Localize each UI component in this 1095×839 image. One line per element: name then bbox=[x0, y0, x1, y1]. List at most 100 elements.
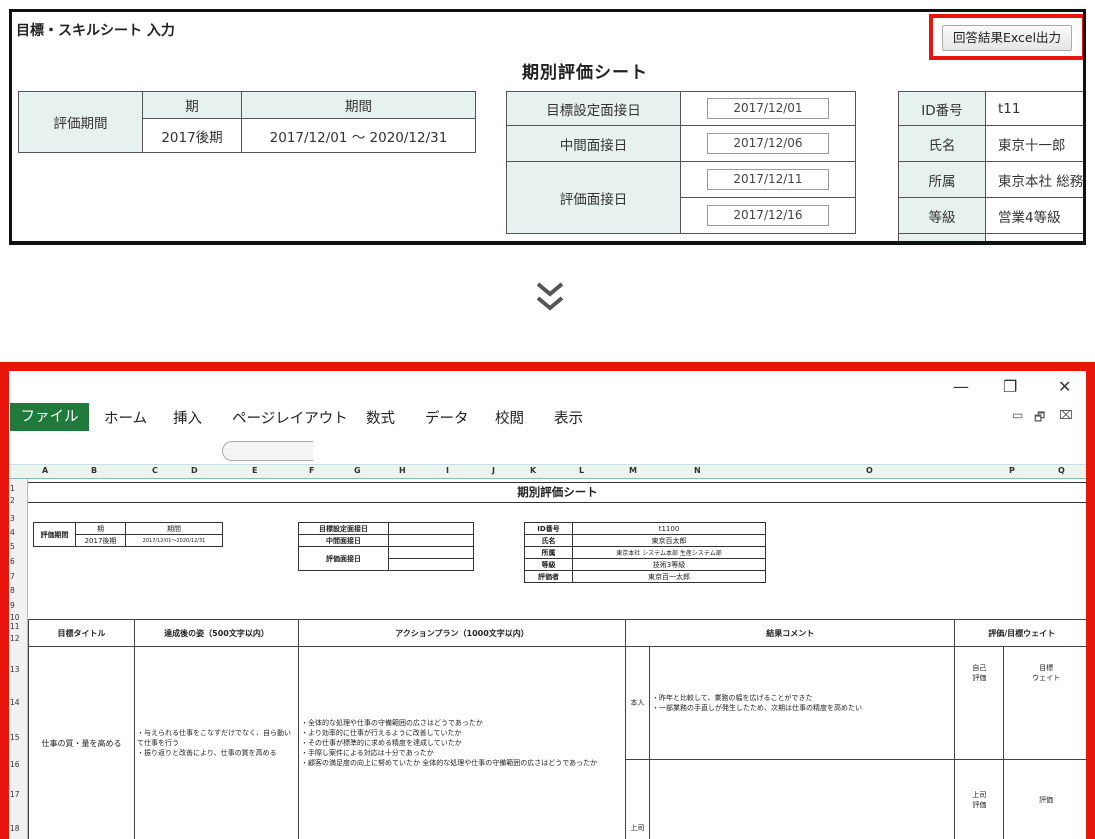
col-e[interactable]: E bbox=[252, 466, 257, 475]
web-form-panel: 目標・スキルシート 入力 回答結果Excel出力 期別評価シート 評価期間 期 … bbox=[9, 9, 1086, 245]
row-12[interactable]: 12 bbox=[10, 634, 20, 643]
range-header: 期間 bbox=[241, 91, 476, 119]
eval-interview-date-2[interactable]: 2017/12/16 bbox=[707, 205, 829, 226]
tab-page-layout[interactable]: ページレイアウト bbox=[232, 407, 348, 428]
xl-mid-interview-label[interactable]: 中間面接日 bbox=[298, 534, 389, 547]
xl-id-label[interactable]: ID番号 bbox=[524, 522, 573, 535]
result-header[interactable]: 達成後の姿（500文字以内） bbox=[134, 619, 299, 647]
eval-interview-date-1[interactable]: 2017/12/11 bbox=[707, 169, 829, 190]
col-p[interactable]: P bbox=[1009, 466, 1015, 475]
restore-icon[interactable]: ❐ bbox=[1003, 377, 1017, 396]
xl-term-header[interactable]: 期 bbox=[75, 522, 126, 535]
boss-eval[interactable]: 上司 評価 bbox=[954, 759, 1005, 839]
action-cell[interactable]: ・全体的な処理や仕事の守備範囲の広さはどうであったか ・より効率的に仕事が行える… bbox=[298, 646, 626, 839]
period-table: 評価期間 期 期間 2017後期 2017/12/01 ～ 2020/12/31 bbox=[18, 91, 476, 153]
tab-file[interactable]: ファイル bbox=[10, 403, 89, 431]
xl-dept-value[interactable]: 東京本社 システム本部 生産システム部 bbox=[572, 546, 766, 559]
xl-range-value[interactable]: 2017/12/01～2020/12/31 bbox=[125, 534, 223, 547]
row-3[interactable]: 3 bbox=[10, 514, 15, 523]
xl-evaluator-value[interactable]: 東京百一太郎 bbox=[572, 570, 766, 583]
row-1[interactable]: 1 bbox=[10, 484, 15, 493]
term-value: 2017後期 bbox=[142, 118, 242, 153]
self-comment[interactable]: ・昨年と比較して、業務の幅を広げることができた ・一部業務の手直しが発生したため… bbox=[648, 646, 956, 760]
col-k[interactable]: K bbox=[530, 466, 536, 475]
result-cell[interactable]: ・与えられる仕事をこなすだけでなく、自ら動いて仕事を行う ・振り返りと改善により… bbox=[134, 646, 299, 839]
sheet-title-cell[interactable]: 期別評価シート bbox=[28, 482, 1086, 503]
xl-name-label[interactable]: 氏名 bbox=[524, 534, 573, 547]
excel-export-button[interactable]: 回答結果Excel出力 bbox=[942, 25, 1072, 51]
row-8[interactable]: 8 bbox=[10, 586, 15, 595]
tab-data[interactable]: データ bbox=[425, 407, 469, 428]
xl-period-label[interactable]: 評価期間 bbox=[33, 522, 76, 547]
col-f[interactable]: F bbox=[309, 466, 314, 475]
weight[interactable]: 目標 ウェイト bbox=[1003, 646, 1086, 760]
tab-home[interactable]: ホーム bbox=[104, 407, 147, 428]
xl-name-value[interactable]: 東京百太郎 bbox=[572, 534, 766, 547]
ribbon-minimize-icon[interactable]: ▭ bbox=[1012, 408, 1023, 422]
tab-formulas[interactable]: 数式 bbox=[366, 407, 395, 428]
person-table: ID番号 t11 氏名 東京十一郎 所属 東京本社 総務 等級 営業4等級 bbox=[898, 91, 1083, 241]
ribbon-close-icon[interactable]: ⌧ bbox=[1059, 408, 1073, 422]
comment-header[interactable]: 結果コメント bbox=[624, 619, 956, 647]
formula-scroll[interactable] bbox=[222, 441, 313, 461]
row-4[interactable]: 4 bbox=[10, 528, 15, 537]
eval-header[interactable]: 評価/目標ウェイト bbox=[954, 619, 1086, 647]
xl-eval-interview-label[interactable]: 評価面接日 bbox=[298, 546, 389, 571]
row-17[interactable]: 17 bbox=[10, 790, 20, 799]
col-h[interactable]: H bbox=[399, 466, 406, 475]
ribbon-tabs: ファイル ホーム 挿入 ページレイアウト 数式 データ 校閲 表示 ▭ 🗗 ⌧ bbox=[9, 402, 1086, 431]
xl-grade-label[interactable]: 等級 bbox=[524, 558, 573, 571]
tab-insert[interactable]: 挿入 bbox=[173, 407, 202, 428]
boss-comment[interactable] bbox=[648, 759, 956, 839]
xl-term-value[interactable]: 2017後期 bbox=[75, 534, 126, 547]
minimize-icon[interactable]: — bbox=[953, 377, 969, 396]
row-9[interactable]: 9 bbox=[10, 601, 15, 610]
goal-title-header[interactable]: 目標タイトル bbox=[28, 619, 135, 647]
id-value: t11 bbox=[985, 91, 1083, 126]
mid-interview-date[interactable]: 2017/12/06 bbox=[707, 133, 829, 154]
tab-view[interactable]: 表示 bbox=[554, 407, 583, 428]
col-m[interactable]: M bbox=[629, 466, 637, 475]
row-14[interactable]: 14 bbox=[10, 698, 20, 707]
row-10[interactable]: 10 bbox=[10, 613, 20, 622]
xl-dept-label[interactable]: 所属 bbox=[524, 546, 573, 559]
col-i[interactable]: I bbox=[446, 466, 449, 475]
period-label: 評価期間 bbox=[18, 91, 143, 153]
xl-range-header[interactable]: 期間 bbox=[125, 522, 223, 535]
col-d[interactable]: D bbox=[191, 466, 198, 475]
xl-id-value[interactable]: t1100 bbox=[572, 522, 766, 535]
row-13[interactable]: 13 bbox=[10, 665, 20, 674]
row-6[interactable]: 6 bbox=[10, 557, 15, 566]
row-7[interactable]: 7 bbox=[10, 572, 15, 581]
xl-evaluator-label[interactable]: 評価者 bbox=[524, 570, 573, 583]
col-b[interactable]: B bbox=[91, 466, 97, 475]
col-l[interactable]: L bbox=[579, 466, 584, 475]
row-18[interactable]: 18 bbox=[10, 824, 20, 833]
grade-value: 営業4等級 bbox=[985, 197, 1083, 234]
action-header[interactable]: アクションプラン（1000文字以内） bbox=[298, 619, 626, 647]
self-label[interactable]: 本人 bbox=[625, 646, 650, 760]
row-5[interactable]: 5 bbox=[10, 542, 15, 551]
xl-person-table: ID番号 t1100 氏名 東京百太郎 所属 東京本社 システム本部 生産システム部 … bbox=[524, 522, 766, 583]
col-o[interactable]: O bbox=[866, 466, 873, 475]
col-q[interactable]: Q bbox=[1058, 466, 1065, 475]
goal-interview-date[interactable]: 2017/12/01 bbox=[707, 98, 829, 119]
goal-cell[interactable]: 仕事の質・量を高める bbox=[28, 646, 135, 839]
row-16[interactable]: 16 bbox=[10, 760, 20, 769]
ribbon-restore-icon[interactable]: 🗗 bbox=[1034, 408, 1045, 429]
row-15[interactable]: 15 bbox=[10, 733, 20, 742]
col-n[interactable]: N bbox=[694, 466, 701, 475]
row-2[interactable]: 2 bbox=[10, 496, 15, 505]
col-g[interactable]: G bbox=[354, 466, 361, 475]
tab-review[interactable]: 校閲 bbox=[495, 407, 524, 428]
col-a[interactable]: A bbox=[42, 466, 48, 475]
boss-label[interactable]: 上司 bbox=[625, 759, 650, 839]
row-11[interactable]: 11 bbox=[10, 622, 20, 631]
col-c[interactable]: C bbox=[152, 466, 158, 475]
xl-grade-value[interactable]: 技術3等級 bbox=[572, 558, 766, 571]
self-eval[interactable]: 自己 評価 bbox=[954, 646, 1005, 760]
col-j[interactable]: J bbox=[492, 466, 495, 475]
rating[interactable]: 評価 bbox=[1003, 759, 1086, 839]
close-icon[interactable]: ✕ bbox=[1058, 377, 1071, 396]
xl-goal-interview-label[interactable]: 目標設定面接日 bbox=[298, 522, 389, 535]
